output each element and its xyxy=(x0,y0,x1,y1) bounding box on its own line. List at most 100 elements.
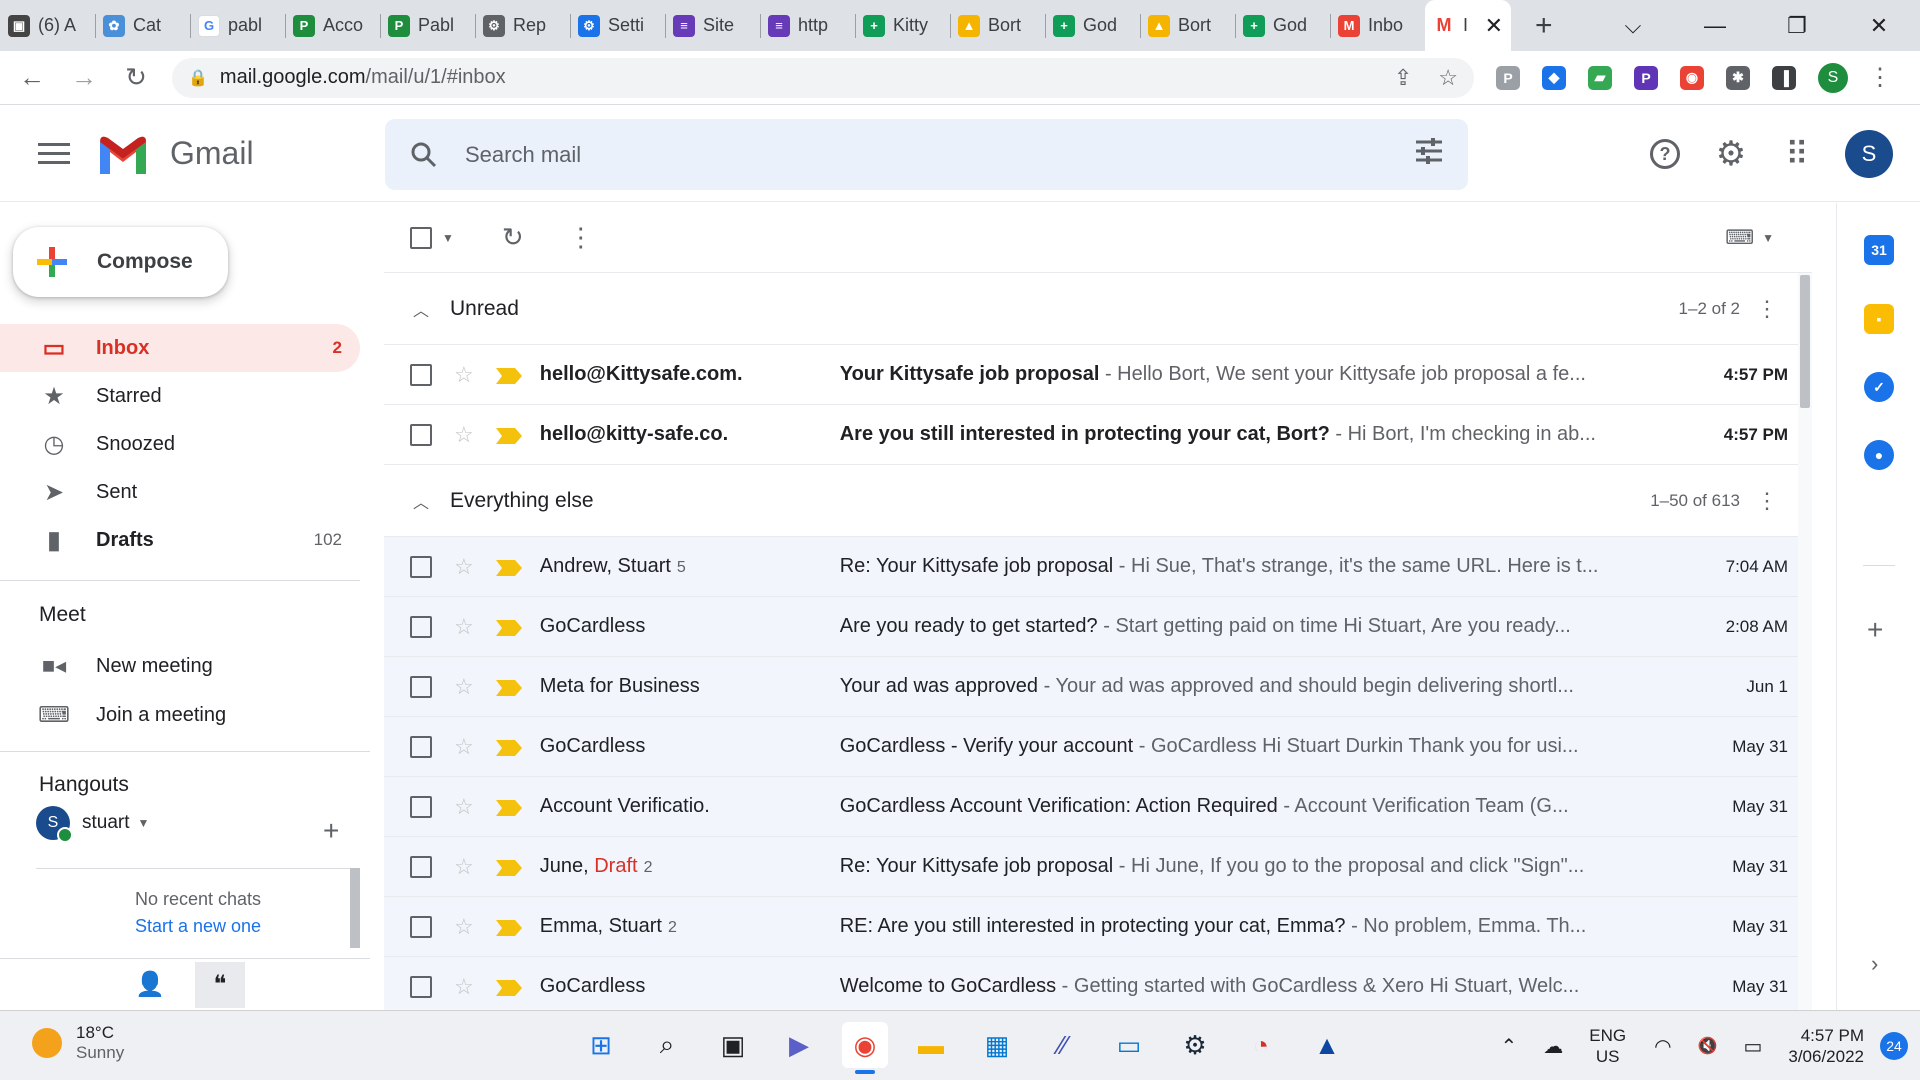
email-row[interactable]: ☆ June, Draft 2 Re: Your Kittysafe job prop… xyxy=(384,837,1812,897)
browser-tab[interactable]: M Inbo xyxy=(1330,0,1425,51)
importance-marker-icon[interactable] xyxy=(495,619,522,636)
help-icon[interactable]: ? xyxy=(1647,136,1683,172)
email-row[interactable]: ☆ Meta for Business Your ad was approved -… xyxy=(384,657,1812,717)
email-row[interactable]: ☆ GoCardless Welcome to GoCardless - Getti… xyxy=(384,957,1812,1010)
file-explorer-icon[interactable]: ▬ xyxy=(908,1022,954,1068)
account-avatar[interactable]: S xyxy=(1845,130,1893,178)
browser-tab[interactable]: Gpabl xyxy=(190,0,285,51)
store-icon[interactable]: ▦ xyxy=(974,1022,1020,1068)
extension-icon[interactable]: ▰ xyxy=(1588,65,1612,90)
start-button[interactable]: ⊞ xyxy=(578,1022,624,1068)
new-tab-button[interactable]: + xyxy=(1535,9,1565,43)
url-text[interactable]: mail.google.com/mail/u/1/#inbox xyxy=(220,66,506,89)
select-dropdown-icon[interactable]: ▼ xyxy=(442,231,454,245)
email-row[interactable]: ☆ GoCardless GoCardless - Verify your acco… xyxy=(384,717,1812,777)
hangouts-chat-icon[interactable]: ❝ xyxy=(195,961,245,1008)
importance-marker-icon[interactable] xyxy=(495,919,522,936)
sidebar-item-drafts[interactable]: ▮ Drafts 102 xyxy=(0,516,360,564)
calendar-icon[interactable]: 31 xyxy=(1864,235,1894,265)
chat-scrollbar[interactable] xyxy=(350,868,360,948)
row-checkbox[interactable] xyxy=(410,675,432,698)
gmail-logo[interactable] xyxy=(96,134,150,174)
row-checkbox[interactable] xyxy=(410,975,432,998)
back-button[interactable]: ← xyxy=(12,62,52,93)
browser-tab[interactable]: + Kitty xyxy=(855,0,950,51)
task-view-icon[interactable]: ▣ xyxy=(710,1022,756,1068)
restore-button[interactable]: ❐ xyxy=(1756,13,1838,39)
minimize-button[interactable]: — xyxy=(1674,13,1756,39)
email-row[interactable]: ☆ Andrew, Stuart 5 Re: Your Kittysafe job p… xyxy=(384,537,1812,597)
browser-tab[interactable]: ≡ Site xyxy=(665,0,760,51)
star-icon[interactable]: ☆ xyxy=(454,674,474,700)
new-chat-plus-icon[interactable]: + xyxy=(323,815,339,847)
show-side-panel-chevron-icon[interactable]: › xyxy=(1871,951,1878,977)
browser-tab[interactable]: ⚙ Rep xyxy=(475,0,570,51)
section-options-icon[interactable]: ⋮ xyxy=(1756,296,1778,322)
browser-tab[interactable]: P Acco xyxy=(285,0,380,51)
input-language-indicator[interactable]: ENG US xyxy=(1589,1025,1626,1067)
row-checkbox[interactable] xyxy=(410,363,432,386)
main-menu-icon[interactable] xyxy=(38,143,70,164)
join-meeting-item[interactable]: ⌨ Join a meeting xyxy=(38,702,226,728)
keep-icon[interactable]: ▪ xyxy=(1864,304,1894,334)
browser-tab[interactable]: ▲ Bort xyxy=(1140,0,1235,51)
importance-marker-icon[interactable] xyxy=(495,859,522,876)
sidebar-item-starred[interactable]: ★ Starred xyxy=(0,372,360,420)
weather-widget[interactable]: 18°C Sunny xyxy=(32,1023,124,1063)
browser-profile-avatar[interactable]: S xyxy=(1818,62,1848,93)
forward-button[interactable]: → xyxy=(64,62,104,93)
settings-gear-icon[interactable]: ⚙ xyxy=(1713,135,1749,173)
reload-button[interactable]: ↻ xyxy=(116,62,156,93)
extension-icon[interactable]: ✱ xyxy=(1726,65,1750,90)
email-row[interactable]: ☆ Account Verificatio. GoCardless Account … xyxy=(384,777,1812,837)
star-icon[interactable]: ☆ xyxy=(454,854,474,880)
volume-muted-icon[interactable]: 🔇 xyxy=(1698,1036,1718,1056)
vscode-app-icon[interactable]: ⁄⁄ xyxy=(1040,1022,1086,1068)
search-options-icon[interactable] xyxy=(1414,137,1444,172)
section-options-icon[interactable]: ⋮ xyxy=(1756,488,1778,514)
search-bar[interactable] xyxy=(385,119,1468,190)
taskbar-clock[interactable]: 4:57 PM 3/06/2022 xyxy=(1788,1025,1864,1067)
close-tab-icon[interactable]: ✕ xyxy=(1485,13,1503,39)
sidebar-item-snoozed[interactable]: ◷ Snoozed xyxy=(0,420,360,468)
select-all-checkbox[interactable] xyxy=(410,226,432,249)
importance-marker-icon[interactable] xyxy=(495,427,522,444)
browser-tab[interactable]: ▣ (6) A xyxy=(0,0,95,51)
browser-tab[interactable]: ⚙ Setti xyxy=(570,0,665,51)
hangouts-user[interactable]: S stuart ▼ xyxy=(36,806,149,843)
extension-icon[interactable]: ◉ xyxy=(1680,65,1704,90)
unread-section-header[interactable]: ︿ Unread 1–2 of 2 ⋮ xyxy=(384,273,1812,345)
chrome-icon[interactable]: ◉ xyxy=(842,1022,888,1074)
search-icon[interactable] xyxy=(409,140,439,170)
email-row[interactable]: ☆ Emma, Stuart 2 RE: Are you still interest… xyxy=(384,897,1812,957)
row-checkbox[interactable] xyxy=(410,615,432,638)
star-icon[interactable]: ☆ xyxy=(454,974,474,1000)
more-actions-icon[interactable]: ⋮ xyxy=(568,222,594,253)
star-icon[interactable]: ☆ xyxy=(454,794,474,820)
teams-chat-icon[interactable]: ▶ xyxy=(776,1022,822,1068)
browser-tab[interactable]: + God xyxy=(1045,0,1140,51)
app-icon[interactable]: ▲ xyxy=(1304,1022,1350,1068)
star-icon[interactable]: ☆ xyxy=(454,362,474,388)
browser-menu-icon[interactable]: ⋮ xyxy=(1868,63,1892,92)
row-checkbox[interactable] xyxy=(410,795,432,818)
star-icon[interactable]: ☆ xyxy=(454,734,474,760)
importance-marker-icon[interactable] xyxy=(495,367,522,384)
importance-marker-icon[interactable] xyxy=(495,979,522,996)
importance-marker-icon[interactable] xyxy=(495,739,522,756)
star-icon[interactable]: ☆ xyxy=(454,614,474,640)
row-checkbox[interactable] xyxy=(410,555,432,578)
importance-marker-icon[interactable] xyxy=(495,559,522,576)
extension-icon[interactable]: P xyxy=(1634,65,1658,90)
extension-icon[interactable]: ◆ xyxy=(1542,65,1566,90)
close-window-button[interactable]: ✕ xyxy=(1838,13,1920,39)
refresh-icon[interactable]: ↻ xyxy=(502,222,524,253)
extension-icon[interactable]: ▐ xyxy=(1772,65,1796,90)
browser-tab[interactable]: P Pabl xyxy=(380,0,475,51)
contacts-icon[interactable]: ● xyxy=(1864,440,1894,470)
row-checkbox[interactable] xyxy=(410,915,432,938)
star-icon[interactable]: ☆ xyxy=(454,914,474,940)
sidebar-item-sent[interactable]: ➤ Sent xyxy=(0,468,360,516)
email-row[interactable]: ☆ GoCardless Are you ready to get started?… xyxy=(384,597,1812,657)
everything-else-section-header[interactable]: ︿ Everything else 1–50 of 613 ⋮ xyxy=(384,465,1812,537)
